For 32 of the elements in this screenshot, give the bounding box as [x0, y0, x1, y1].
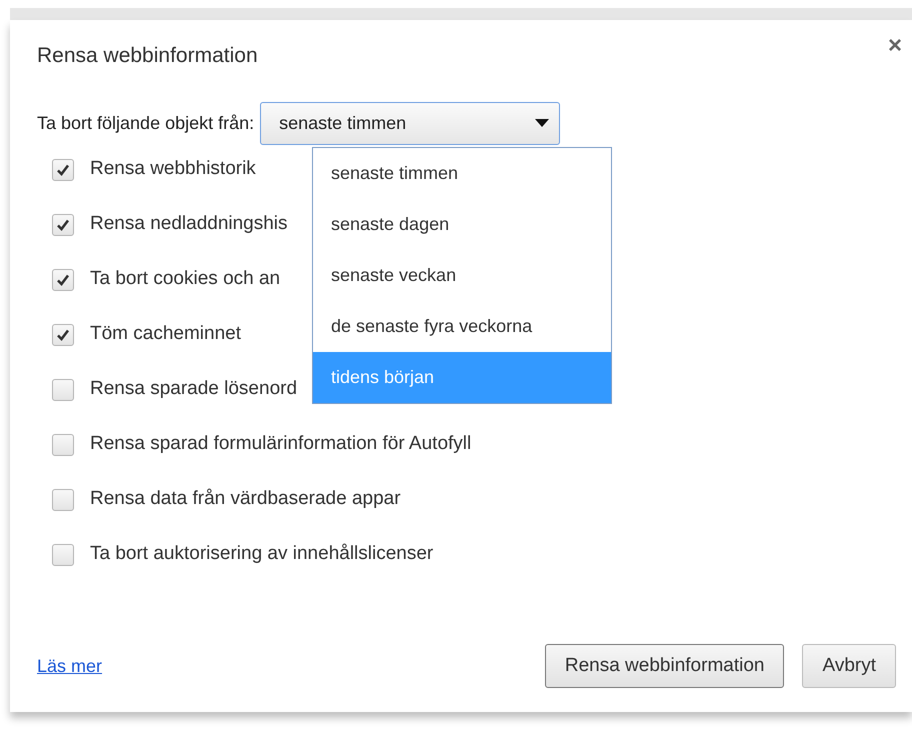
- close-button[interactable]: ×: [888, 34, 902, 58]
- clear-button[interactable]: Rensa webbinformation: [544, 644, 784, 688]
- range-label: Ta bort följande objekt från:: [37, 112, 254, 135]
- dropdown-option[interactable]: senaste dagen: [313, 199, 611, 250]
- checkbox-label: Rensa data från värdbaserade appar: [90, 487, 401, 512]
- range-dropdown[interactable]: senaste timmen: [260, 102, 560, 144]
- checkbox[interactable]: [52, 324, 74, 346]
- checkbox[interactable]: [52, 434, 74, 456]
- caret-icon: [535, 119, 550, 127]
- dropdown-option[interactable]: senaste veckan: [313, 250, 611, 301]
- checkbox-label: Ta bort cookies och an: [90, 267, 280, 292]
- cancel-button[interactable]: Avbryt: [802, 644, 896, 688]
- read-more-link[interactable]: Läs mer: [37, 652, 102, 680]
- checkbox[interactable]: [52, 488, 74, 510]
- dropdown-option[interactable]: senaste timmen: [313, 148, 611, 199]
- checkbox[interactable]: [52, 214, 74, 236]
- checkbox-label: Rensa nedladdningshis: [90, 212, 288, 236]
- checkmark-icon: [56, 218, 70, 232]
- dropdown-option[interactable]: de senaste fyra veckorna: [313, 301, 611, 352]
- checkbox[interactable]: [52, 158, 74, 180]
- checkbox-label: Ta bort auktorisering av innehållslicenser: [90, 542, 434, 566]
- checkbox[interactable]: [52, 378, 74, 400]
- checkbox[interactable]: [52, 268, 74, 290]
- checkbox-label: Töm cacheminnet: [90, 322, 242, 346]
- checkbox-label: Rensa sparad formulärinformation för Autofyll: [90, 432, 472, 456]
- dialog-title: Rensa webbinformation: [37, 43, 258, 69]
- checkmark-icon: [56, 328, 70, 342]
- checkmark-icon: [56, 272, 70, 286]
- checkmark-icon: [56, 162, 70, 176]
- checkbox-label: Rensa webbhistorik: [90, 157, 256, 182]
- checkbox[interactable]: [52, 544, 74, 566]
- checkbox-label: Rensa sparade lösenord: [90, 377, 298, 402]
